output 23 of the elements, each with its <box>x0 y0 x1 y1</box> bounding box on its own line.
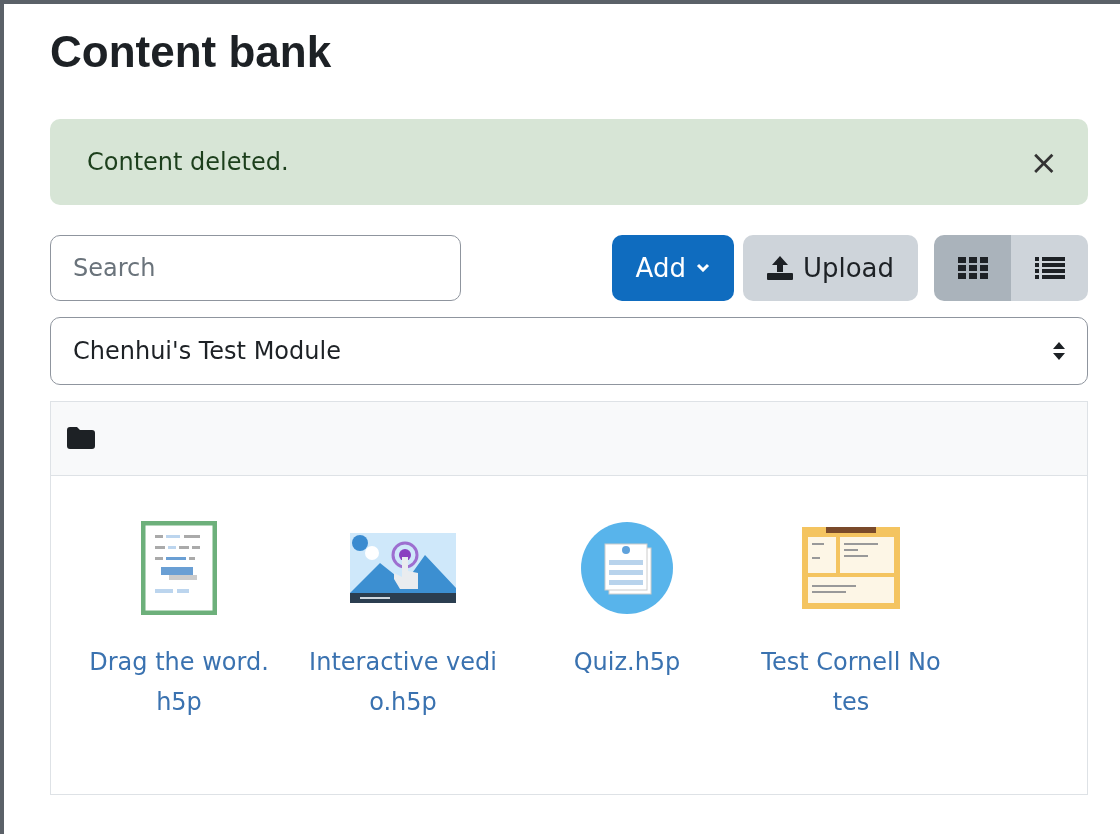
grid-icon <box>957 256 988 279</box>
list-icon <box>1034 256 1065 279</box>
add-button[interactable]: Add <box>611 234 734 301</box>
alert-message: Content deleted. <box>87 147 289 176</box>
page-title: Content bank <box>50 26 333 78</box>
search-field[interactable]: Search <box>50 234 461 301</box>
upload-icon <box>766 255 793 280</box>
notes-icon <box>802 526 900 609</box>
folder-icon[interactable] <box>67 427 95 450</box>
context-select[interactable]: Chenhui's Test Module <box>50 316 1088 385</box>
sort-caret-icon <box>1053 341 1065 360</box>
file-link[interactable]: Test Cornell No tes <box>761 641 941 722</box>
upload-button[interactable]: Upload <box>742 234 918 301</box>
file-link[interactable]: Quiz.h5p <box>573 641 681 682</box>
chevron-down-icon <box>695 263 710 273</box>
quiz-icon <box>581 521 673 614</box>
video-touch-icon <box>350 532 456 603</box>
file-link[interactable]: Interactive vedi o.h5p <box>309 641 497 722</box>
document-icon <box>141 520 217 615</box>
close-button[interactable]: × <box>1029 144 1058 179</box>
list-view-button[interactable] <box>1011 234 1088 301</box>
file-link[interactable]: Drag the word. h5p <box>89 641 269 722</box>
grid-view-button[interactable] <box>934 234 1011 301</box>
